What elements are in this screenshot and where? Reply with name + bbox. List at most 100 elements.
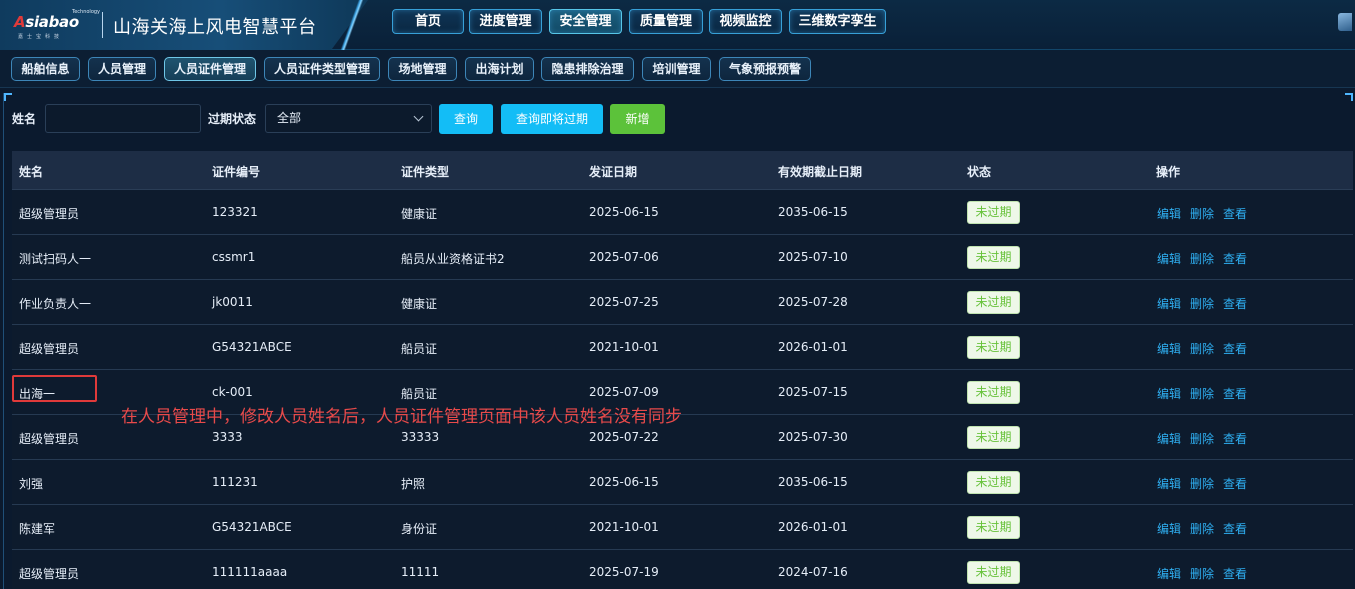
delete-link[interactable]: 删除 [1190,295,1214,312]
delete-link[interactable]: 删除 [1190,385,1214,402]
expiry-status-label: 过期状态 [208,112,257,126]
col-cert-no: 证件编号 [212,165,261,179]
delete-link[interactable]: 删除 [1190,430,1214,447]
subnav-personnel[interactable]: 人员管理 [88,57,156,81]
cell-cert-no: G54321ABCE [212,340,292,354]
edit-link[interactable]: 编辑 [1157,565,1181,582]
cell-name: 测试扫码人一 [19,252,92,266]
nav-digital-twin[interactable]: 三维数字孪生 [789,9,886,34]
view-link[interactable]: 查看 [1223,340,1247,357]
delete-link[interactable]: 删除 [1190,250,1214,267]
logo-sub-text: 嘉士宝科技 [18,34,64,40]
view-link[interactable]: 查看 [1223,520,1247,537]
user-avatar-icon[interactable] [1338,13,1352,31]
delete-link[interactable]: 删除 [1190,475,1214,492]
view-link[interactable]: 查看 [1223,565,1247,582]
add-button[interactable]: 新增 [610,104,665,134]
cell-issue-date: 2025-06-15 [589,205,659,219]
status-badge: 未过期 [967,201,1020,224]
cell-cert-no: 111231 [212,475,258,489]
expiry-status-select[interactable]: 全部 [265,104,432,133]
status-badge: 未过期 [967,381,1020,404]
name-filter-label: 姓名 [12,112,37,126]
cell-name: 超级管理员 [19,207,80,221]
cell-cert-no: 3333 [212,430,243,444]
col-expire-date: 有效期截止日期 [778,165,863,179]
cell-expire-date: 2035-06-15 [778,475,848,489]
subnav-cert-type-management[interactable]: 人员证件类型管理 [264,57,380,81]
delete-link[interactable]: 删除 [1190,565,1214,582]
cell-cert-type: 船员证 [401,342,438,356]
col-status: 状态 [967,165,992,179]
cell-name: 超级管理员 [19,342,80,356]
subnav-training[interactable]: 培训管理 [642,57,711,81]
nav-video[interactable]: 视频监控 [709,9,782,34]
view-link[interactable]: 查看 [1223,475,1247,492]
cell-cert-type: 健康证 [401,297,438,311]
cell-cert-no: jk0011 [212,295,253,309]
cell-issue-date: 2021-10-01 [589,340,659,354]
cell-issue-date: 2025-07-25 [589,295,659,309]
edit-link[interactable]: 编辑 [1157,295,1181,312]
status-badge: 未过期 [967,516,1020,539]
cell-cert-type: 11111 [401,565,440,579]
query-button[interactable]: 查询 [439,104,493,134]
edit-link[interactable]: 编辑 [1157,340,1181,357]
view-link[interactable]: 查看 [1223,295,1247,312]
cell-cert-no: 123321 [212,205,258,219]
nav-safety[interactable]: 安全管理 [549,9,622,34]
cell-cert-type: 船员证 [401,387,438,401]
cell-name: 作业负责人一 [19,297,92,311]
panel-corner-tl [4,93,12,101]
subnav-cert-management[interactable]: 人员证件管理 [164,57,256,81]
cell-expire-date: 2025-07-10 [778,250,848,264]
logo-main-text: Asiabao [14,13,79,31]
expiry-status-value: 全部 [277,111,302,125]
cell-cert-no: 111111aaaa [212,565,288,579]
cell-expire-date: 2026-01-01 [778,520,848,534]
panel-corner-tr [1345,93,1353,101]
delete-link[interactable]: 删除 [1190,340,1214,357]
brand-logo: Technology Asiabao 嘉士宝科技 [14,9,100,41]
cell-issue-date: 2025-07-22 [589,430,659,444]
subnav-ship-info[interactable]: 船舶信息 [11,57,80,81]
delete-link[interactable]: 删除 [1190,205,1214,222]
cell-issue-date: 2025-06-15 [589,475,659,489]
edit-link[interactable]: 编辑 [1157,250,1181,267]
table-row: 超级管理员 123321 健康证 2025-06-15 2035-06-15 未过期 编辑删… [12,190,1353,235]
cell-name: 超级管理员 [19,432,80,446]
title-panel-edge [330,0,375,50]
query-expiring-button[interactable]: 查询即将过期 [501,104,603,134]
status-badge: 未过期 [967,426,1020,449]
view-link[interactable]: 查看 [1223,385,1247,402]
cell-expire-date: 2025-07-30 [778,430,848,444]
cell-expire-date: 2026-01-01 [778,340,848,354]
subnav-weather-warning[interactable]: 气象预报预警 [719,57,811,81]
delete-link[interactable]: 删除 [1190,520,1214,537]
view-link[interactable]: 查看 [1223,430,1247,447]
cell-expire-date: 2035-06-15 [778,205,848,219]
cell-issue-date: 2025-07-19 [589,565,659,579]
view-link[interactable]: 查看 [1223,250,1247,267]
table-body: 超级管理员 123321 健康证 2025-06-15 2035-06-15 未过期 编辑删… [12,190,1353,589]
cell-cert-type: 33333 [401,430,440,444]
name-search-input[interactable] [45,104,201,133]
nav-quality[interactable]: 质量管理 [629,9,703,34]
subnav-sea-plan[interactable]: 出海计划 [465,57,534,81]
col-name: 姓名 [19,165,44,179]
subnav-hazard-control[interactable]: 隐患排除治理 [541,57,634,81]
cell-expire-date: 2024-07-16 [778,565,848,579]
status-badge: 未过期 [967,336,1020,359]
cell-name: 陈建军 [19,522,56,536]
view-link[interactable]: 查看 [1223,205,1247,222]
nav-progress[interactable]: 进度管理 [469,9,542,34]
edit-link[interactable]: 编辑 [1157,430,1181,447]
nav-home[interactable]: 首页 [392,9,464,34]
app-title: 山海关海上风电智慧平台 [113,17,317,38]
edit-link[interactable]: 编辑 [1157,385,1181,402]
subnav-site-management[interactable]: 场地管理 [388,57,457,81]
cell-expire-date: 2025-07-15 [778,385,848,399]
edit-link[interactable]: 编辑 [1157,520,1181,537]
edit-link[interactable]: 编辑 [1157,205,1181,222]
edit-link[interactable]: 编辑 [1157,475,1181,492]
